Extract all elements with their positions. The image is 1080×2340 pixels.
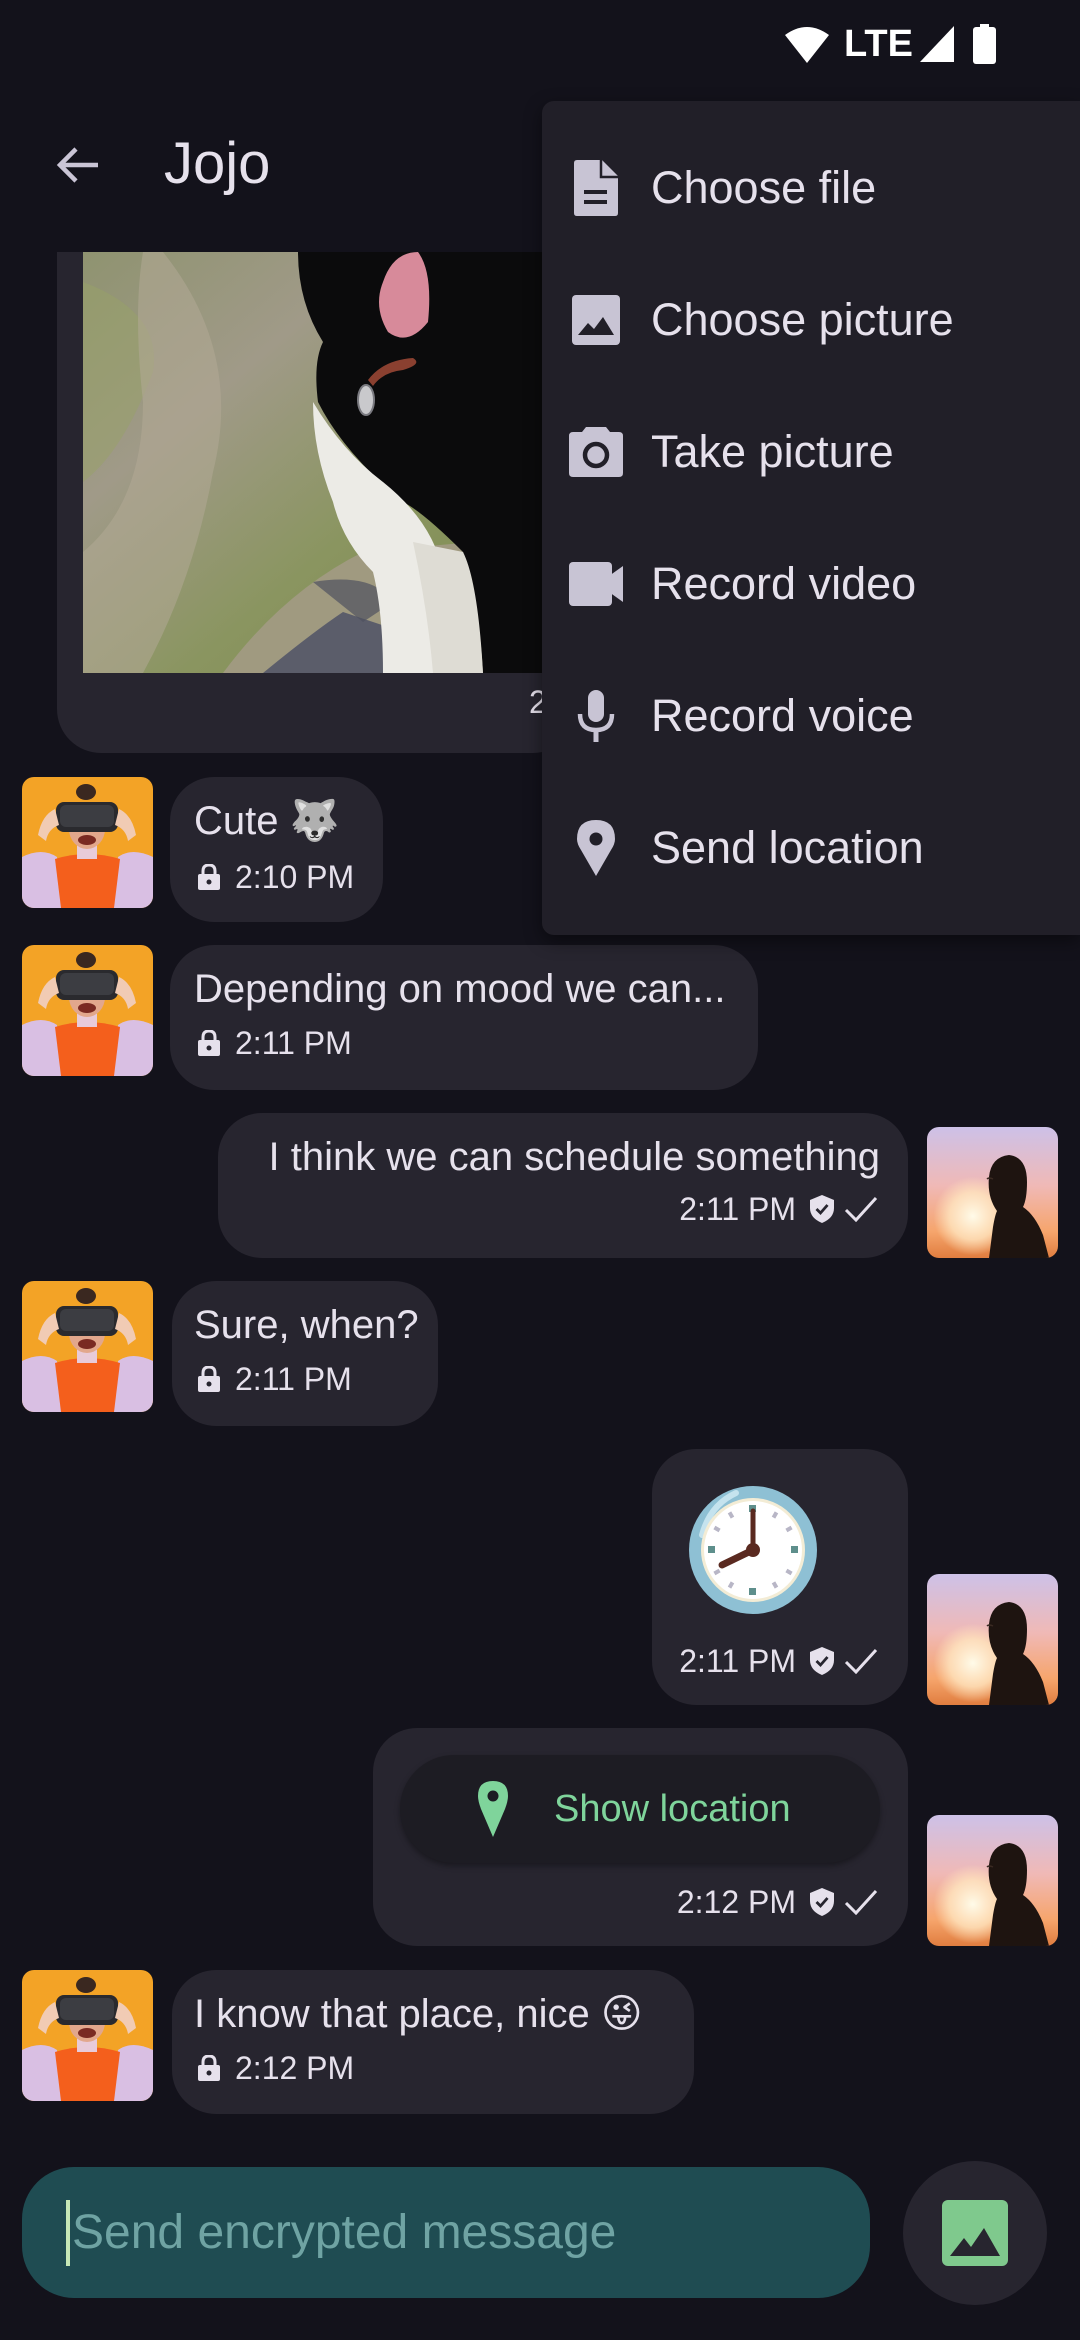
message-input[interactable] [70, 2192, 830, 2273]
image-icon [566, 290, 626, 350]
menu-item-take-picture[interactable]: Take picture [542, 386, 1080, 518]
contact-avatar[interactable] [22, 945, 153, 1076]
battery-icon [973, 24, 996, 64]
menu-item-label: Choose file [651, 162, 877, 213]
attach-menu: Choose file Choose picture Take picture … [542, 101, 1080, 935]
message-text: Depending on mood we can... [194, 967, 726, 1011]
cell-signal-icon [920, 26, 954, 62]
message-meta: 2:12 PM [197, 2048, 354, 2088]
menu-item-record-voice[interactable]: Record voice [542, 650, 1080, 782]
outgoing-emoji-bubble[interactable]: 2:11 PM [652, 1449, 908, 1705]
incoming-message-bubble[interactable]: Sure, when? 2:11 PM [172, 1281, 438, 1426]
contact-avatar[interactable] [22, 1970, 153, 2101]
menu-item-label: Record video [651, 558, 917, 609]
check-icon [844, 1889, 878, 1915]
dog-photo[interactable] [83, 252, 577, 673]
incoming-message-bubble[interactable]: I know that place, nice 😜 2:12 PM [172, 1970, 694, 2114]
menu-item-send-location[interactable]: Send location [542, 782, 1080, 914]
back-button[interactable] [36, 120, 120, 210]
message-text: I think we can schedule something [268, 1135, 880, 1179]
attach-button[interactable] [903, 2161, 1047, 2305]
lock-icon [198, 2055, 220, 2081]
show-location-button[interactable]: Show location [400, 1755, 880, 1863]
lock-icon [198, 1030, 220, 1056]
location-pin-icon [478, 1781, 508, 1837]
outgoing-message-bubble[interactable]: I think we can schedule something 2:11 P… [218, 1113, 908, 1258]
incoming-message-bubble[interactable]: Cute 🐺 2:10 PM [170, 777, 383, 922]
message-time: 2:12 PM [235, 2050, 355, 2086]
message-meta: 2:12 PM [677, 1882, 878, 1922]
contact-avatar[interactable] [22, 1281, 153, 1412]
message-meta: 2:10 PM [197, 857, 354, 897]
network-type-label: LTE [844, 23, 913, 65]
menu-item-label: Take picture [651, 426, 894, 477]
own-avatar[interactable] [927, 1815, 1058, 1946]
menu-item-label: Record voice [651, 690, 914, 741]
menu-item-record-video[interactable]: Record video [542, 518, 1080, 650]
clock-emoji [689, 1486, 817, 1614]
message-time: 2:11 PM [235, 1361, 352, 1397]
own-avatar[interactable] [927, 1127, 1058, 1258]
verified-shield-icon [810, 1195, 834, 1223]
file-icon [566, 158, 626, 218]
wifi-icon [785, 27, 829, 63]
message-meta: 2:11 PM [197, 1023, 352, 1063]
own-avatar[interactable] [927, 1574, 1058, 1705]
status-bar: LTE [0, 0, 1080, 90]
message-time: 2:11 PM [679, 1191, 796, 1227]
camera-icon [566, 422, 626, 482]
message-time: 2:12 PM [676, 1884, 796, 1920]
message-time: 2:11 PM [679, 1643, 796, 1679]
message-time: 2:11 PM [235, 1025, 352, 1061]
message-meta: 2:11 PM [679, 1189, 878, 1229]
verified-shield-icon [810, 1647, 834, 1675]
videocam-icon [566, 554, 626, 614]
chat-title: Jojo [164, 131, 271, 196]
verified-shield-icon [810, 1888, 834, 1916]
message-text: I know that place, nice 😜 [194, 1992, 643, 2036]
message-text: Sure, when? [194, 1303, 419, 1347]
menu-item-choose-file[interactable]: Choose file [542, 122, 1080, 254]
message-text: Cute 🐺 [194, 799, 340, 843]
image-icon [942, 2200, 1008, 2266]
lock-icon [198, 864, 220, 890]
message-meta: 2:11 PM [679, 1641, 878, 1681]
menu-item-label: Send location [651, 822, 924, 873]
contact-avatar[interactable] [22, 777, 153, 908]
message-meta: 2:11 PM [197, 1359, 352, 1399]
location-pin-icon [566, 818, 626, 878]
mic-icon [566, 686, 626, 746]
menu-item-choose-picture[interactable]: Choose picture [542, 254, 1080, 386]
arrow-back-icon [56, 147, 98, 183]
lock-icon [198, 1366, 220, 1392]
check-icon [844, 1648, 878, 1674]
message-composer[interactable] [22, 2167, 870, 2298]
outgoing-location-bubble[interactable]: Show location 2:12 PM [373, 1728, 908, 1946]
menu-item-label: Choose picture [651, 294, 954, 345]
incoming-message-bubble[interactable]: Depending on mood we can... 2:11 PM [170, 945, 758, 1090]
image-message-bubble[interactable]: 2 [57, 252, 577, 753]
show-location-label: Show location [554, 1787, 791, 1830]
check-icon [844, 1196, 878, 1222]
message-time: 2:10 PM [235, 859, 355, 895]
